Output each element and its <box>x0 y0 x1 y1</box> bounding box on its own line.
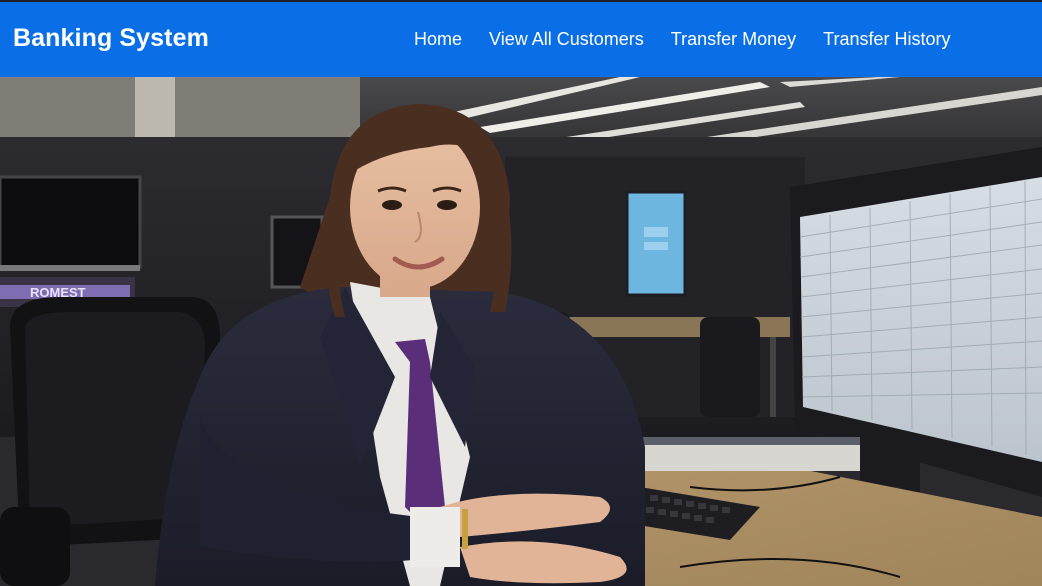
nav-link-transfer-history[interactable]: Transfer History <box>823 29 950 50</box>
nav-link-home[interactable]: Home <box>414 29 462 50</box>
brand-logo-link[interactable]: Banking System <box>13 24 209 53</box>
nav-link-view-all-customers[interactable]: View All Customers <box>489 29 644 50</box>
navbar: Banking System Home View All Customers T… <box>0 2 1042 77</box>
nav-links: Home View All Customers Transfer Money T… <box>414 29 978 50</box>
nav-link-transfer-money[interactable]: Transfer Money <box>671 29 796 50</box>
hero-banner-image: ROMEST <box>0 77 1042 586</box>
hero-illustration: ROMEST <box>0 77 1042 586</box>
